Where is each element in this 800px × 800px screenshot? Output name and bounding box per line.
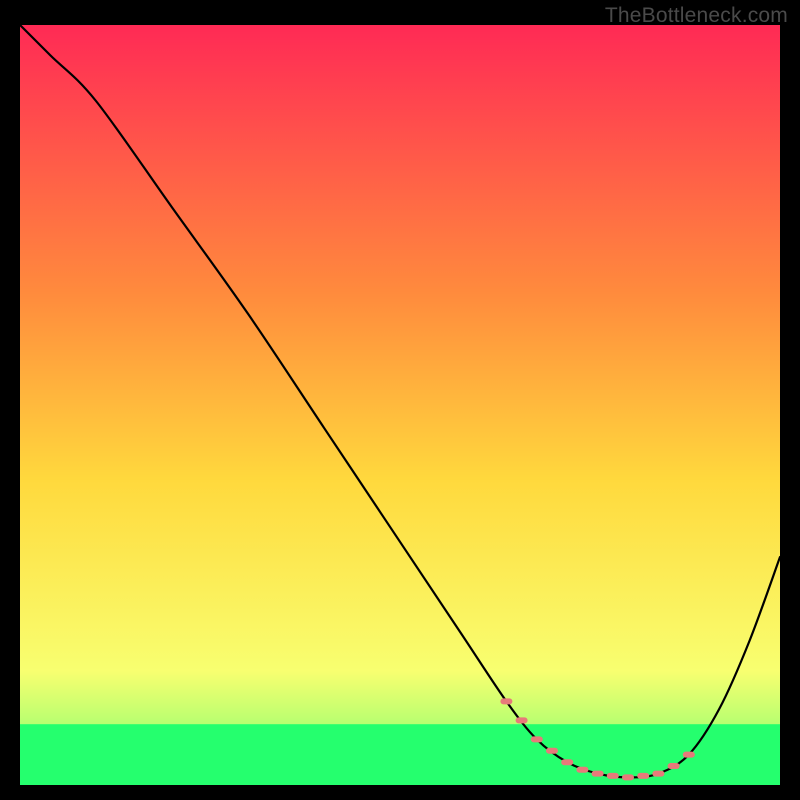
sweet-spot-dash xyxy=(516,717,528,723)
plot-area xyxy=(20,25,780,785)
sweet-spot-dash xyxy=(637,773,649,779)
bottom-sweet-band xyxy=(20,724,780,785)
sweet-spot-dash xyxy=(683,752,695,758)
sweet-spot-dash xyxy=(561,759,573,765)
sweet-spot-dash xyxy=(546,748,558,754)
sweet-spot-dash xyxy=(652,771,664,777)
sweet-spot-dash xyxy=(607,773,619,779)
sweet-spot-dash xyxy=(531,736,543,742)
sweet-spot-dash xyxy=(668,763,680,769)
sweet-spot-dash xyxy=(576,767,588,773)
sweet-spot-dash xyxy=(592,771,604,777)
gradient-background xyxy=(20,25,780,785)
watermark-text: TheBottleneck.com xyxy=(605,4,788,28)
sweet-spot-dash xyxy=(622,774,634,780)
sweet-spot-dash xyxy=(500,698,512,704)
chart-svg xyxy=(20,25,780,785)
chart-frame: TheBottleneck.com xyxy=(0,0,800,800)
